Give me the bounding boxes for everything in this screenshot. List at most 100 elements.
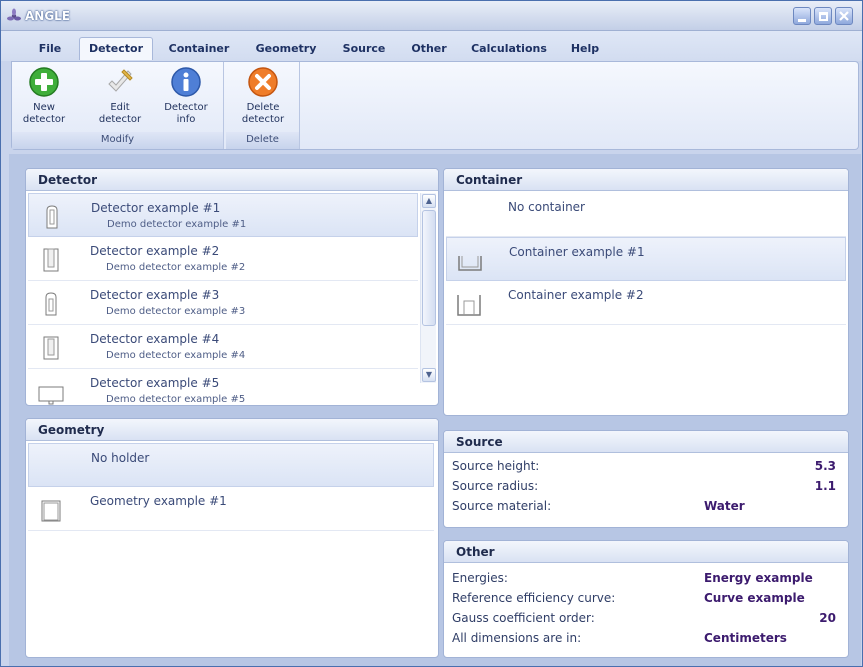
detector-icon bbox=[45, 292, 57, 316]
window-title: ANGLE bbox=[25, 9, 71, 23]
geometry-item[interactable]: Geometry example #1 bbox=[28, 487, 434, 531]
delete-detector-label: Delete detector bbox=[235, 102, 291, 126]
detector-info-line2: info bbox=[176, 114, 196, 125]
container-name: No container bbox=[508, 200, 585, 214]
detector-desc: Demo detector example #1 bbox=[107, 219, 247, 230]
container-panel: Container No container Container example… bbox=[443, 168, 849, 416]
source-height-label: Source height: bbox=[452, 459, 540, 473]
minimize-button[interactable] bbox=[793, 7, 811, 25]
maximize-button[interactable] bbox=[814, 7, 832, 25]
title-bar[interactable]: ANGLE bbox=[1, 1, 862, 31]
gauss-order-value[interactable]: 20 bbox=[819, 611, 836, 625]
tab-detector[interactable]: Detector bbox=[79, 37, 153, 60]
container-item[interactable]: Container example #2 bbox=[446, 281, 846, 325]
dimensions-row: All dimensions are in: Centimeters bbox=[452, 631, 842, 649]
workspace: Detector Detector example #1 Demo detect… bbox=[9, 154, 861, 666]
geometry-name: Geometry example #1 bbox=[90, 494, 227, 508]
energies-value[interactable]: Energy example bbox=[704, 571, 813, 585]
app-window: ANGLE File Detector Container Geometry S… bbox=[0, 0, 863, 667]
detector-scrollbar[interactable]: ▲ ▼ bbox=[420, 193, 436, 383]
detector-desc: Demo detector example #5 bbox=[106, 394, 246, 405]
container-item[interactable]: No container bbox=[446, 193, 846, 237]
detector-info-line1: Detector bbox=[164, 102, 208, 113]
maximize-icon bbox=[819, 12, 828, 21]
other-panel-title: Other bbox=[444, 541, 848, 563]
container-panel-title: Container bbox=[444, 169, 848, 191]
tab-calculations[interactable]: Calculations bbox=[467, 38, 551, 61]
edit-icon bbox=[108, 69, 133, 92]
holder-icon bbox=[41, 500, 61, 522]
detector-icon bbox=[38, 386, 64, 405]
geometry-item[interactable]: No holder bbox=[28, 443, 434, 487]
tab-other[interactable]: Other bbox=[405, 38, 453, 61]
tab-help[interactable]: Help bbox=[563, 38, 607, 61]
modify-group-label: Modify bbox=[12, 132, 223, 149]
detector-info-button[interactable]: Detector info bbox=[158, 66, 214, 128]
container-icon bbox=[457, 295, 481, 316]
detector-icon bbox=[46, 205, 58, 229]
dimensions-label: All dimensions are in: bbox=[452, 631, 582, 645]
ribbon: New detector Edit detector Detector info Mo… bbox=[11, 61, 859, 150]
efficiency-curve-label: Reference efficiency curve: bbox=[452, 591, 616, 605]
delete-group: Delete detector Delete bbox=[226, 62, 300, 149]
source-panel-title: Source bbox=[444, 431, 848, 453]
close-icon bbox=[839, 11, 849, 21]
delete-detector-button[interactable]: Delete detector bbox=[235, 66, 291, 128]
detector-desc: Demo detector example #4 bbox=[106, 350, 246, 361]
geometry-panel-title: Geometry bbox=[26, 419, 438, 441]
source-material-value[interactable]: Water bbox=[704, 499, 745, 513]
efficiency-curve-row: Reference efficiency curve: Curve exampl… bbox=[452, 591, 842, 609]
edit-detector-button[interactable]: Edit detector bbox=[92, 66, 148, 128]
detector-desc: Demo detector example #2 bbox=[106, 262, 246, 273]
new-detector-line1: New bbox=[33, 102, 55, 113]
tab-geometry[interactable]: Geometry bbox=[251, 38, 321, 61]
new-detector-button[interactable]: New detector bbox=[16, 66, 72, 128]
scroll-thumb[interactable] bbox=[422, 210, 436, 326]
detector-item[interactable]: Detector example #4 Demo detector exampl… bbox=[28, 325, 418, 369]
menu-bar: File Detector Container Geometry Source … bbox=[1, 31, 862, 61]
app-logo-icon bbox=[7, 8, 21, 21]
detector-item[interactable]: Detector example #2 Demo detector exampl… bbox=[28, 237, 418, 281]
source-material-label: Source material: bbox=[452, 499, 552, 513]
source-material-row: Source material: Water bbox=[452, 499, 842, 517]
other-panel: Other Energies: Energy example Reference… bbox=[443, 540, 849, 658]
container-name: Container example #1 bbox=[509, 245, 645, 259]
delete-detector-line2: detector bbox=[241, 114, 285, 125]
source-panel: Source Source height: 5.3 Source radius:… bbox=[443, 430, 849, 528]
minimize-icon bbox=[798, 19, 806, 22]
detector-item[interactable]: Detector example #5 Demo detector exampl… bbox=[28, 369, 418, 405]
efficiency-curve-value[interactable]: Curve example bbox=[704, 591, 805, 605]
detector-panel: Detector Detector example #1 Demo detect… bbox=[25, 168, 439, 406]
source-radius-row: Source radius: 1.1 bbox=[452, 479, 842, 497]
detector-name: Detector example #5 bbox=[90, 376, 220, 390]
new-detector-line2: detector bbox=[22, 114, 66, 125]
source-height-row: Source height: 5.3 bbox=[452, 459, 842, 477]
energies-row: Energies: Energy example bbox=[452, 571, 842, 589]
tab-container[interactable]: Container bbox=[163, 38, 235, 61]
scroll-up-button[interactable]: ▲ bbox=[422, 194, 436, 208]
source-height-value[interactable]: 5.3 bbox=[815, 459, 836, 473]
new-detector-label: New detector bbox=[16, 102, 72, 126]
detector-panel-title: Detector bbox=[26, 169, 438, 191]
detector-icon bbox=[43, 248, 59, 272]
detector-name: Detector example #3 bbox=[90, 288, 220, 302]
detector-item[interactable]: Detector example #1 Demo detector exampl… bbox=[28, 193, 418, 237]
detector-desc: Demo detector example #3 bbox=[106, 306, 246, 317]
geometry-name: No holder bbox=[91, 451, 150, 465]
detector-name: Detector example #1 bbox=[91, 201, 221, 215]
edit-detector-line2: detector bbox=[98, 114, 142, 125]
container-item[interactable]: Container example #1 bbox=[446, 237, 846, 281]
tab-source[interactable]: Source bbox=[335, 38, 393, 61]
dimensions-value[interactable]: Centimeters bbox=[704, 631, 787, 645]
close-button[interactable] bbox=[835, 7, 853, 25]
plus-icon bbox=[29, 67, 59, 97]
tab-file[interactable]: File bbox=[29, 38, 71, 61]
modify-group: New detector Edit detector Detector info Mo… bbox=[12, 62, 224, 149]
detector-item[interactable]: Detector example #3 Demo detector exampl… bbox=[28, 281, 418, 325]
delete-group-label: Delete bbox=[226, 132, 299, 149]
delete-icon bbox=[248, 67, 278, 97]
scroll-down-button[interactable]: ▼ bbox=[422, 368, 436, 382]
container-name: Container example #2 bbox=[508, 288, 644, 302]
source-radius-value[interactable]: 1.1 bbox=[815, 479, 836, 493]
info-icon bbox=[171, 67, 201, 97]
